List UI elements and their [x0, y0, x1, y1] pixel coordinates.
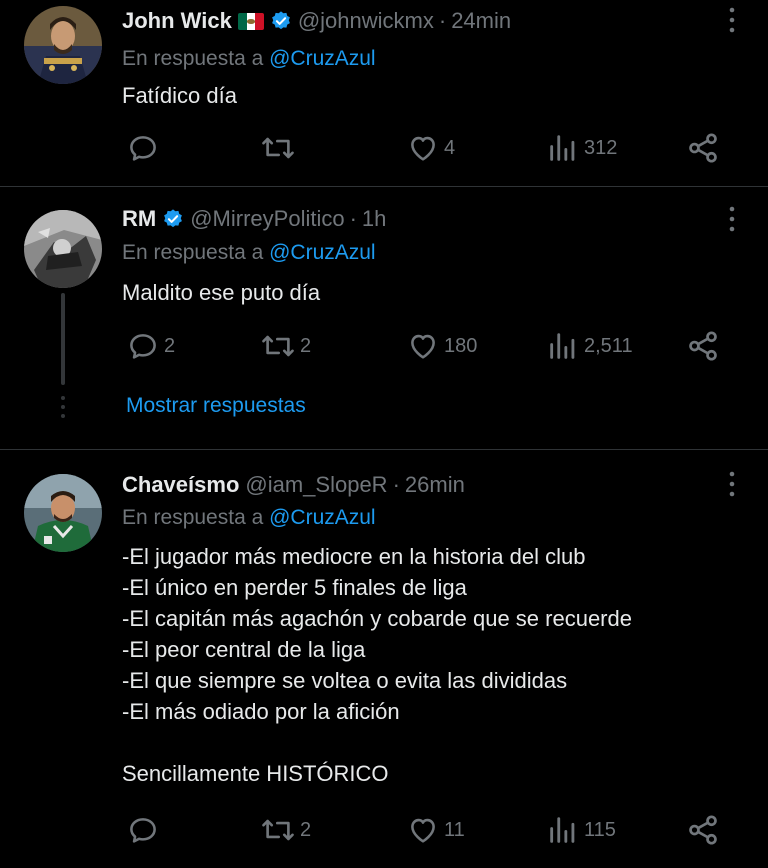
like-count: 4 [444, 136, 456, 159]
share-icon [686, 329, 720, 363]
reply-prefix: En respuesta a [122, 47, 270, 70]
share-button[interactable] [686, 326, 720, 366]
thread-dots-icon [60, 395, 66, 424]
tweet-text: -El jugador más mediocre en la historia … [122, 544, 632, 786]
tweet-time[interactable]: 26min [405, 472, 465, 498]
share-button[interactable] [686, 128, 720, 168]
retweet-count: 2 [300, 818, 312, 841]
author-handle[interactable]: @johnwickmx [298, 8, 434, 34]
like-icon [406, 813, 440, 847]
avatar-chaveismo[interactable] [24, 474, 102, 552]
more-icon[interactable] [722, 469, 742, 499]
tweet-actions: 2 11 115 [122, 810, 728, 850]
dot-separator: · [392, 472, 400, 497]
reply-context: En respuesta a @CruzAzul [122, 502, 708, 534]
reply-context: En respuesta a @CruzAzul [122, 43, 708, 75]
reply-mention-link[interactable]: @CruzAzul [269, 47, 376, 70]
views-button[interactable]: 312 [546, 128, 617, 168]
tweet-text: Fatídico día [122, 83, 237, 108]
author-handle[interactable]: @MirreyPolitico [190, 206, 344, 232]
retweet-button[interactable]: 2 [260, 326, 311, 366]
reply-button[interactable]: 2 [126, 326, 175, 366]
views-icon [546, 131, 580, 165]
tweet-time[interactable]: 24min [451, 8, 511, 34]
retweet-button[interactable]: 2 [260, 810, 311, 850]
share-button[interactable] [686, 810, 720, 850]
views-icon [546, 813, 580, 847]
show-replies-link[interactable]: Mostrar respuestas [126, 394, 306, 418]
dot-separator: · [349, 206, 357, 231]
reply-prefix: En respuesta a [122, 506, 270, 529]
share-icon [686, 813, 720, 847]
reply-button[interactable] [126, 810, 164, 850]
reply-button[interactable] [126, 128, 164, 168]
tweet-time[interactable]: 1h [362, 206, 386, 232]
views-icon [546, 329, 580, 363]
like-count: 11 [444, 818, 465, 841]
author-name[interactable]: RM [122, 206, 156, 232]
tweet-text: Maldito ese puto día [122, 280, 321, 305]
avatar-john-wick[interactable] [24, 6, 102, 84]
tweet-actions: 2 2 180 2,511 [122, 326, 728, 366]
thread-line [61, 293, 65, 385]
author-handle[interactable]: @iam_SlopeR [245, 472, 387, 498]
reply-count: 2 [164, 334, 176, 357]
like-icon [406, 329, 440, 363]
reply-context: En respuesta a @CruzAzul [122, 237, 708, 269]
author-name[interactable]: John Wick [122, 8, 232, 34]
views-count: 2,511 [584, 334, 633, 357]
share-icon [686, 131, 720, 165]
reply-icon [126, 131, 160, 165]
views-button[interactable]: 2,511 [546, 326, 633, 366]
views-count: 115 [584, 818, 616, 841]
more-icon[interactable] [722, 5, 742, 35]
reply-icon [126, 813, 160, 847]
reply-icon [126, 329, 160, 363]
like-count: 180 [444, 334, 478, 357]
like-button[interactable]: 180 [406, 326, 477, 366]
tweet-1[interactable]: John Wick @johnwickmx · 24min En respues… [0, 0, 768, 186]
more-icon[interactable] [722, 204, 742, 234]
like-button[interactable]: 4 [406, 128, 455, 168]
tweet-actions: 4 312 [122, 128, 728, 168]
reply-prefix: En respuesta a [122, 241, 270, 264]
views-count: 312 [584, 136, 618, 159]
retweet-icon [260, 329, 296, 363]
retweet-button[interactable] [260, 128, 300, 168]
verified-icon [162, 208, 184, 230]
retweet-icon [260, 813, 296, 847]
views-button[interactable]: 115 [546, 810, 616, 850]
tweet-3[interactable]: Chaveísmo @iam_SlopeR · 26min En respues… [0, 450, 768, 868]
dot-separator: · [438, 8, 447, 33]
reply-mention-link[interactable]: @CruzAzul [269, 241, 376, 264]
avatar-rm[interactable] [24, 210, 102, 288]
like-button[interactable]: 11 [406, 810, 465, 850]
tweet-2[interactable]: RM @MirreyPolitico · 1h En respuesta a @… [0, 187, 768, 449]
retweet-count: 2 [300, 334, 312, 357]
reply-mention-link[interactable]: @CruzAzul [269, 506, 376, 529]
author-name[interactable]: Chaveísmo [122, 472, 239, 498]
verified-icon [270, 10, 292, 32]
like-icon [406, 131, 440, 165]
retweet-icon [260, 131, 296, 165]
mexico-flag-icon [237, 12, 264, 30]
